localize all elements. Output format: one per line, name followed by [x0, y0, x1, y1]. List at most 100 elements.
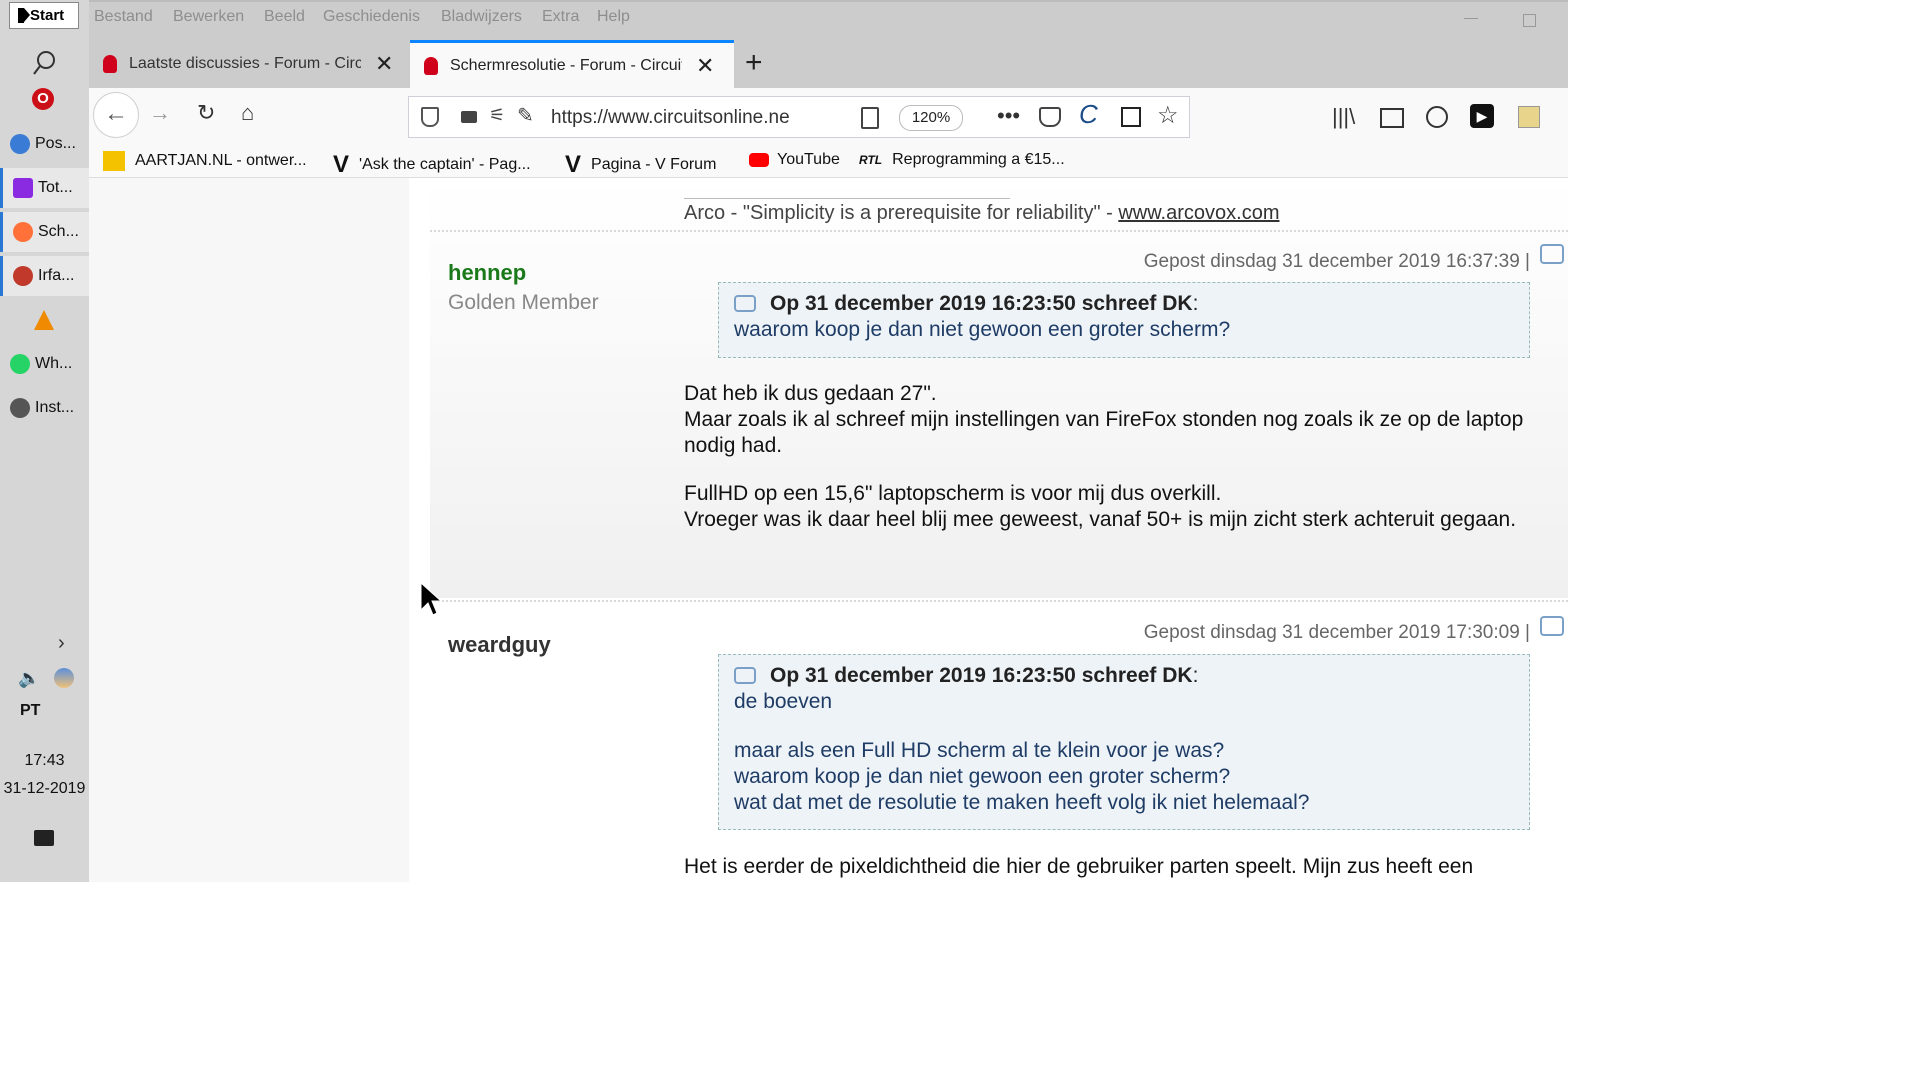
permissions-icon[interactable]: ⚟ [489, 105, 505, 126]
post-paragraph: FullHD op een 15,6" laptopscherm is voor… [684, 482, 1222, 505]
star-bookmark-icon[interactable]: ☆ [1157, 101, 1179, 130]
menu-beeld[interactable]: Beeld [264, 8, 305, 26]
reader-view-icon[interactable] [861, 107, 879, 129]
post-author[interactable]: weardguy [448, 632, 551, 658]
toolbar-right: |||\ ▶ [1320, 100, 1560, 136]
quote-line: waarom koop je dan niet gewoon een grote… [734, 318, 1231, 341]
new-tab-button[interactable]: + [745, 46, 763, 80]
pocket-icon[interactable] [1039, 107, 1061, 127]
quote-line: de boeven [734, 690, 833, 713]
quote-line: maar als een Full HD scherm al te klein … [734, 739, 1225, 762]
menu-help[interactable]: Help [597, 8, 630, 26]
back-button[interactable]: ← [93, 92, 139, 138]
post-body: Dat heb ik dus gedaan 27". Maar zoals ik… [684, 381, 1544, 533]
vlc-icon[interactable] [34, 310, 54, 330]
quote-header: Op 31 december 2019 16:23:50 schreef DK [770, 664, 1193, 687]
notepad-extension-icon[interactable] [1518, 106, 1540, 128]
bookmark-ask-the-captain[interactable]: V 'Ask the captain' - Pag... [333, 151, 531, 179]
reply-quote-icon[interactable] [1540, 244, 1564, 264]
menu-geschiedenis[interactable]: Geschiedenis [323, 8, 420, 26]
tab-strip: Laatste discussies - Forum - Circuits On… [89, 34, 1568, 88]
post-author[interactable]: hennep [448, 260, 526, 286]
zoom-indicator[interactable]: 120% [899, 105, 963, 131]
taskbar-item-firefox[interactable]: Sch... [0, 212, 89, 252]
menu-extra[interactable]: Extra [542, 8, 579, 26]
video-extension-icon[interactable]: ▶ [1470, 104, 1494, 128]
quote-block: Op 31 december 2019 16:23:50 schreef DK:… [718, 654, 1530, 830]
screenshot-icon[interactable] [1121, 107, 1141, 127]
menu-bladwijzers[interactable]: Bladwijzers [441, 8, 522, 26]
home-button[interactable]: ⌂ [241, 100, 254, 126]
post-paragraph: Het is eerder de pixeldichtheid die hier… [684, 855, 1474, 878]
language-indicator[interactable]: PT [20, 702, 40, 720]
opera-icon[interactable]: O [32, 88, 54, 110]
network-icon[interactable] [54, 668, 74, 688]
bookmark-aartjan[interactable]: AARTJAN.NL - ontwer... [103, 151, 307, 171]
maximize-button[interactable] [1523, 14, 1536, 27]
reload-button[interactable]: ↻ [197, 100, 215, 126]
post-separator [430, 600, 1568, 602]
autoplay-blocked-icon[interactable]: ✎ [517, 103, 534, 128]
bookmark-youtube[interactable]: YouTube [749, 151, 840, 169]
start-label: Start [30, 7, 65, 24]
close-tab-icon[interactable]: ✕ [375, 51, 393, 77]
forum-favicon-icon [424, 56, 438, 75]
quote-line: waarom koop je dan niet gewoon een grote… [734, 765, 1231, 788]
left-margin [89, 178, 409, 882]
post-paragraph: Dat heb ik dus gedaan 27". [684, 382, 937, 405]
post-separator [430, 230, 1568, 232]
menu-bar: Bestand Bewerken Beeld Geschiedenis Blad… [89, 0, 1568, 34]
mouse-cursor [420, 581, 444, 623]
taskbar-item-irfanview[interactable]: Irfa... [0, 256, 89, 296]
signature-text: Arco - "Simplicity is a prerequisite for… [684, 202, 1119, 224]
signature-link[interactable]: www.arcovox.com [1118, 202, 1279, 224]
close-tab-icon[interactable]: ✕ [696, 53, 714, 79]
taskbar-item-whatsapp[interactable]: Wh... [0, 344, 89, 384]
taskbar-item-post[interactable]: Pos... [0, 124, 89, 164]
speaker-icon[interactable]: 🔈 [18, 668, 40, 689]
menu-bestand[interactable]: Bestand [94, 8, 153, 26]
forum-favicon-icon [103, 55, 117, 73]
gear-icon [10, 398, 30, 418]
chevron-right-icon[interactable]: › [58, 632, 65, 655]
clock-time[interactable]: 17:43 [0, 752, 89, 770]
post-body: Het is eerder de pixeldichtheid die hier… [684, 854, 1564, 880]
tab-laatste-discussies[interactable]: Laatste discussies - Forum - Circuits On… [89, 40, 409, 88]
sidebar-toggle-icon[interactable] [1380, 108, 1404, 128]
quote-header: Op 31 december 2019 16:23:50 schreef DK [770, 292, 1193, 315]
aartjan-favicon-icon [103, 151, 125, 171]
url-text[interactable]: https://www.circuitsonline.ne [551, 107, 811, 129]
whatsapp-icon [10, 354, 30, 374]
clock-date[interactable]: 31-12-2019 [0, 780, 89, 798]
menu-bewerken[interactable]: Bewerken [173, 8, 244, 26]
taskbar-item-totalcmd[interactable]: Tot... [0, 168, 89, 208]
url-bar[interactable]: ⚟ ✎ https://www.circuitsonline.ne 120% •… [408, 96, 1190, 138]
more-actions-icon[interactable]: ••• [997, 103, 1020, 129]
post-date: Gepost dinsdag 31 december 2019 17:30:09… [1143, 622, 1530, 643]
speech-bubble-icon [734, 295, 756, 312]
lock-icon[interactable] [461, 111, 477, 123]
firefox-icon [13, 222, 33, 242]
tab-schermresolutie[interactable]: Schermresolutie - Forum - Circuits Onlin… [410, 40, 734, 88]
shield-icon[interactable] [421, 107, 439, 127]
extension-c-icon[interactable]: C [1079, 99, 1098, 130]
forward-button[interactable]: → [149, 100, 171, 126]
minimize-button[interactable] [1464, 18, 1478, 19]
start-button[interactable]: Start [9, 2, 79, 29]
taskbar-item-settings[interactable]: Inst... [0, 388, 89, 428]
search-icon[interactable] [32, 50, 56, 78]
account-icon[interactable] [1426, 106, 1448, 128]
notification-icon[interactable] [34, 830, 54, 846]
post-date: Gepost dinsdag 31 december 2019 16:37:39… [1143, 251, 1530, 272]
v-favicon-icon: V [565, 151, 582, 178]
bookmark-reprogramming[interactable]: RTL Reprogramming a €15... [859, 151, 1065, 169]
library-icon[interactable]: |||\ [1332, 104, 1355, 130]
bookmarks-bar: AARTJAN.NL - ontwer... V 'Ask the captai… [89, 144, 1568, 178]
bookmark-v-forum[interactable]: V Pagina - V Forum [565, 151, 716, 179]
irfanview-icon [13, 266, 33, 286]
floppy-icon [13, 178, 33, 198]
post-paragraph: Maar zoals ik al schreef mijn instelling… [684, 408, 1524, 457]
start-icon [18, 8, 30, 23]
rtl-favicon-icon: RTL [859, 153, 883, 167]
reply-quote-icon[interactable] [1540, 616, 1564, 636]
